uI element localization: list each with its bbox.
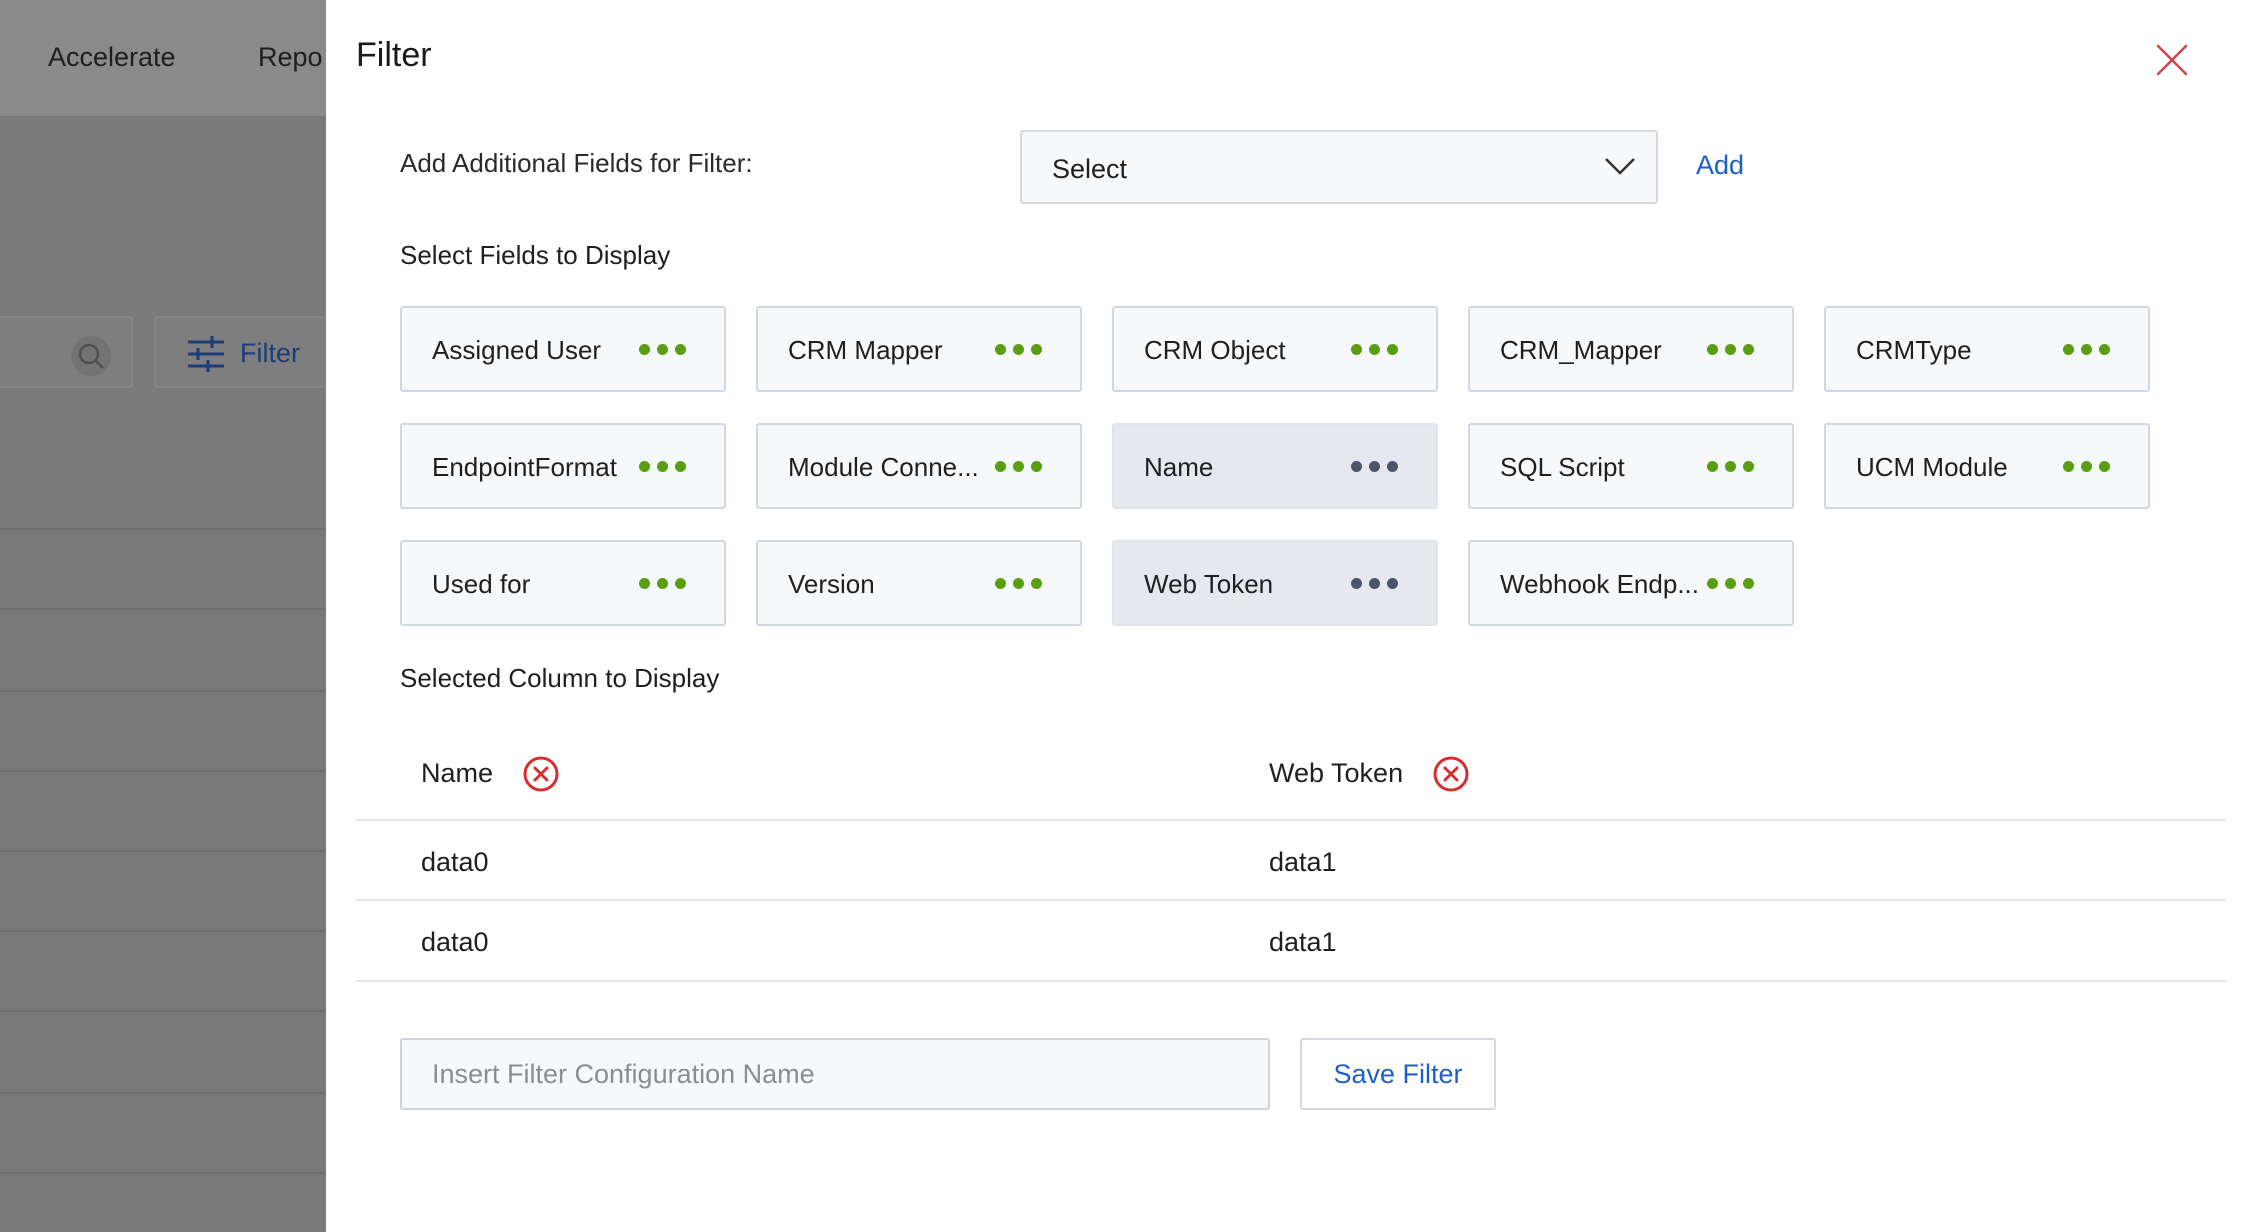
add-field-link[interactable]: Add	[1696, 150, 1744, 181]
close-icon[interactable]	[2154, 42, 2190, 78]
more-options-icon[interactable]	[1707, 578, 1754, 590]
add-fields-label: Add Additional Fields for Filter:	[400, 148, 753, 178]
field-chip-webhook-endpoint[interactable]: Webhook Endp...	[1468, 540, 1794, 626]
chevron-down-icon	[1605, 158, 1635, 175]
field-chip-label: Name	[1144, 452, 1214, 482]
more-options-icon[interactable]	[995, 344, 1042, 356]
table-divider	[356, 980, 2226, 982]
table-divider	[356, 899, 2226, 901]
field-chip-module-connection[interactable]: Module Conne...	[756, 423, 1082, 509]
field-chip-name[interactable]: Name	[1112, 423, 1438, 509]
nav-accelerate[interactable]: Accelerate	[48, 42, 176, 73]
background-filter-button[interactable]: Filter	[154, 316, 326, 388]
search-icon[interactable]	[71, 336, 111, 376]
field-chip-crm-object[interactable]: CRM Object	[1112, 306, 1438, 392]
field-chip-label: Module Conne...	[788, 452, 979, 482]
background-topbar: Accelerate Repo	[0, 0, 326, 118]
save-filter-button[interactable]: Save Filter	[1300, 1038, 1496, 1110]
column-header-web-token: Web Token	[1269, 758, 1404, 788]
more-options-icon[interactable]	[639, 578, 686, 590]
table-cell: data0	[421, 927, 489, 957]
more-options-icon[interactable]	[2063, 461, 2110, 473]
background-row-divider	[0, 930, 326, 932]
background-row-divider	[0, 1010, 326, 1012]
field-chip-label: Web Token	[1144, 569, 1274, 599]
background-toolbar: Filter	[0, 316, 326, 388]
filter-panel: Filter Add Additional Fields for Filter:…	[326, 0, 2245, 1232]
background-row-divider	[0, 690, 326, 692]
field-chip-label: Webhook Endp...	[1500, 569, 1699, 599]
field-chip-sql-script[interactable]: SQL Script	[1468, 423, 1794, 509]
more-options-icon[interactable]	[639, 461, 686, 473]
remove-column-web-token-icon[interactable]	[1432, 755, 1470, 793]
selected-columns-heading: Selected Column to Display	[400, 663, 720, 693]
more-options-icon[interactable]	[639, 344, 686, 356]
nav-reports[interactable]: Repo	[258, 42, 323, 73]
field-chip-label: CRM Mapper	[788, 335, 943, 365]
more-options-icon[interactable]	[1707, 344, 1754, 356]
table-cell: data1	[1269, 847, 1337, 877]
field-chip-label: CRM Object	[1144, 335, 1286, 365]
field-chip-label: Used for	[432, 569, 531, 599]
select-fields-heading: Select Fields to Display	[400, 240, 671, 270]
background-filter-label: Filter	[240, 338, 300, 368]
more-options-icon[interactable]	[995, 461, 1042, 473]
background-row-divider	[0, 770, 326, 772]
background-row-divider	[0, 608, 326, 610]
field-chip-label: SQL Script	[1500, 452, 1625, 482]
field-chip-ucm-module[interactable]: UCM Module	[1824, 423, 2150, 509]
more-options-icon[interactable]	[2063, 344, 2110, 356]
field-chip-endpointformat[interactable]: EndpointFormat	[400, 423, 726, 509]
additional-field-select[interactable]: Select	[1020, 130, 1658, 204]
column-header-name: Name	[421, 758, 494, 788]
panel-title: Filter	[356, 36, 432, 74]
field-chip-used-for[interactable]: Used for	[400, 540, 726, 626]
field-chip-web-token[interactable]: Web Token	[1112, 540, 1438, 626]
field-chip-label: UCM Module	[1856, 452, 2008, 482]
more-options-icon[interactable]	[1351, 461, 1398, 473]
table-cell: data1	[1269, 927, 1337, 957]
more-options-icon[interactable]	[995, 578, 1042, 590]
field-chip-label: CRM_Mapper	[1500, 335, 1662, 365]
remove-column-name-icon[interactable]	[522, 755, 560, 793]
field-chip-crm-mapper-underscore[interactable]: CRM_Mapper	[1468, 306, 1794, 392]
field-chip-version[interactable]: Version	[756, 540, 1082, 626]
filter-config-name-input[interactable]	[400, 1038, 1270, 1110]
field-chip-label: EndpointFormat	[432, 452, 617, 482]
background-row-divider	[0, 1172, 326, 1174]
sliders-icon	[188, 336, 224, 372]
more-options-icon[interactable]	[1707, 461, 1754, 473]
field-chip-crm-mapper[interactable]: CRM Mapper	[756, 306, 1082, 392]
table-divider	[356, 819, 2226, 821]
select-value: Select	[1052, 154, 1128, 184]
field-chip-label: Version	[788, 569, 875, 599]
table-cell: data0	[421, 847, 489, 877]
field-chip-crmtype[interactable]: CRMType	[1824, 306, 2150, 392]
field-chip-label: CRMType	[1856, 335, 1972, 365]
field-chip-label: Assigned User	[432, 335, 602, 365]
background-search-box[interactable]	[0, 316, 133, 388]
more-options-icon[interactable]	[1351, 578, 1398, 590]
background-row-divider	[0, 1092, 326, 1094]
background-row-divider	[0, 850, 326, 852]
more-options-icon[interactable]	[1351, 344, 1398, 356]
background-row-divider	[0, 528, 326, 530]
background-app: Accelerate Repo Filter	[0, 0, 326, 1232]
field-chip-assigned-user[interactable]: Assigned User	[400, 306, 726, 392]
